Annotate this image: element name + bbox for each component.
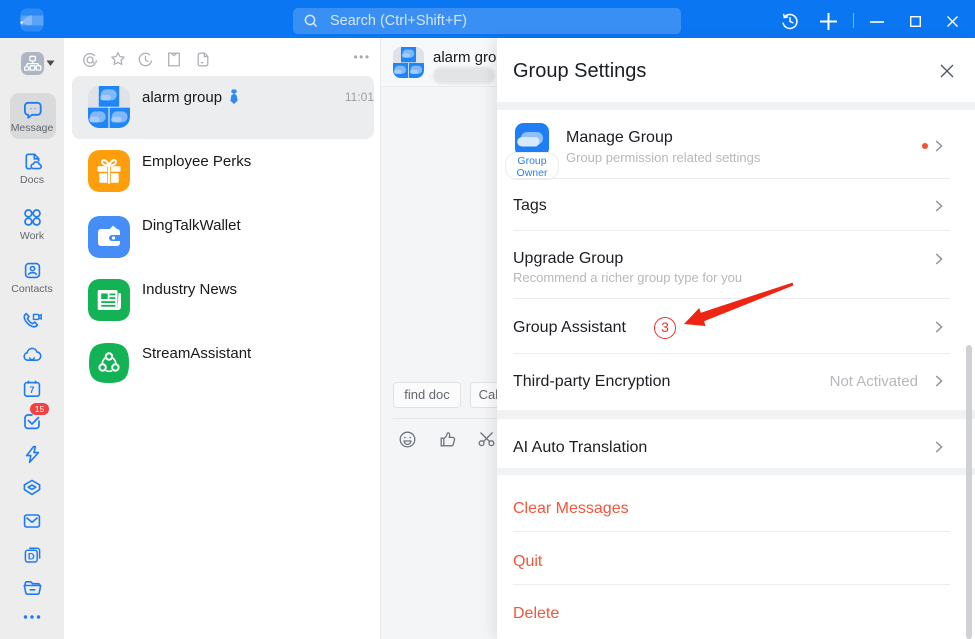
svg-text:D: D: [28, 551, 35, 562]
svg-text:7: 7: [29, 385, 34, 395]
